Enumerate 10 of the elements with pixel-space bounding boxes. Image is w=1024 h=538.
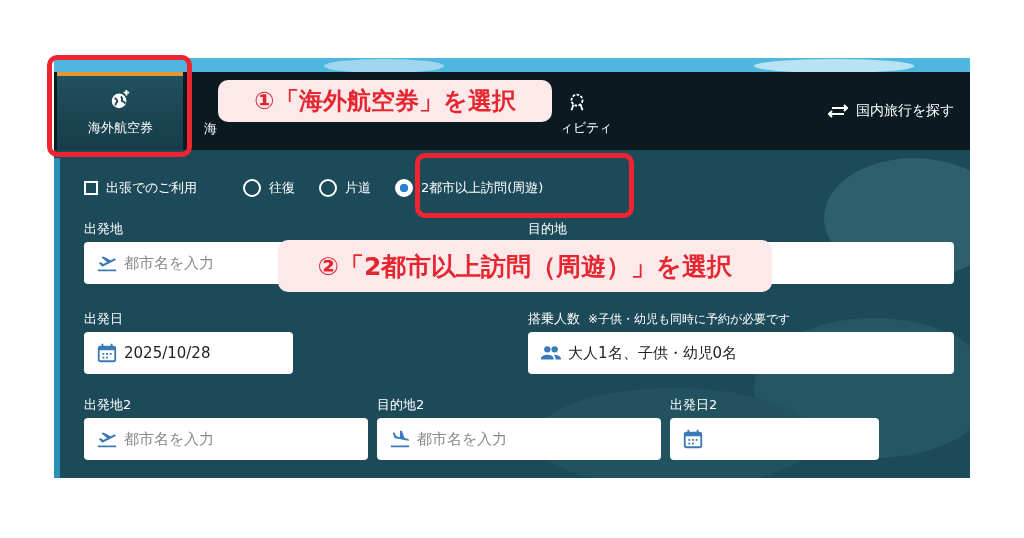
field-label: 出発日2 [670, 396, 718, 414]
annotation-tooltip: ①「海外航空券」を選択 [218, 80, 552, 122]
field-label: 出発日 [84, 310, 123, 328]
field-note: ※子供・幼児も同時に予約が必要です [588, 311, 791, 328]
field-label: 搭乗人数 [528, 310, 580, 328]
field-label: 目的地2 [377, 396, 425, 414]
annotation-tooltip: ②「2都市以上訪問（周遊）」を選択 [278, 240, 772, 292]
field-label: 目的地 [528, 220, 567, 238]
field-label: 出発地 [84, 220, 123, 238]
field-label: 出発地2 [84, 396, 132, 414]
